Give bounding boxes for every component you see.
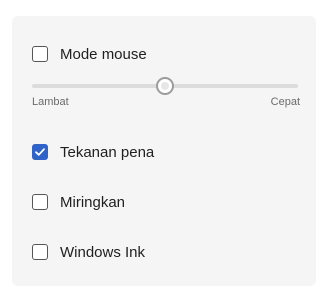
pen-pressure-option[interactable]: Tekanan pena bbox=[32, 140, 154, 164]
speed-slider[interactable] bbox=[32, 77, 298, 95]
slider-max-label: Cepat bbox=[270, 96, 300, 108]
windows-ink-option[interactable]: Windows Ink bbox=[32, 240, 145, 264]
mouse-mode-option[interactable]: Mode mouse bbox=[32, 42, 147, 66]
tilt-checkbox[interactable] bbox=[32, 194, 48, 210]
windows-ink-checkbox[interactable] bbox=[32, 244, 48, 260]
tilt-option[interactable]: Miringkan bbox=[32, 190, 125, 214]
tilt-label: Miringkan bbox=[60, 193, 126, 211]
windows-ink-label: Windows Ink bbox=[60, 243, 146, 261]
slider-min-label: Lambat bbox=[32, 96, 69, 108]
slider-thumb[interactable] bbox=[156, 77, 174, 95]
checkmark-icon bbox=[35, 148, 45, 156]
mouse-mode-checkbox[interactable] bbox=[32, 46, 48, 62]
mouse-mode-label: Mode mouse bbox=[60, 45, 147, 63]
pen-settings-panel: Mode mouse Lambat Cepat Tekanan pena Mir… bbox=[12, 16, 316, 286]
pen-pressure-checkbox[interactable] bbox=[32, 144, 48, 160]
pen-pressure-label: Tekanan pena bbox=[60, 143, 155, 161]
